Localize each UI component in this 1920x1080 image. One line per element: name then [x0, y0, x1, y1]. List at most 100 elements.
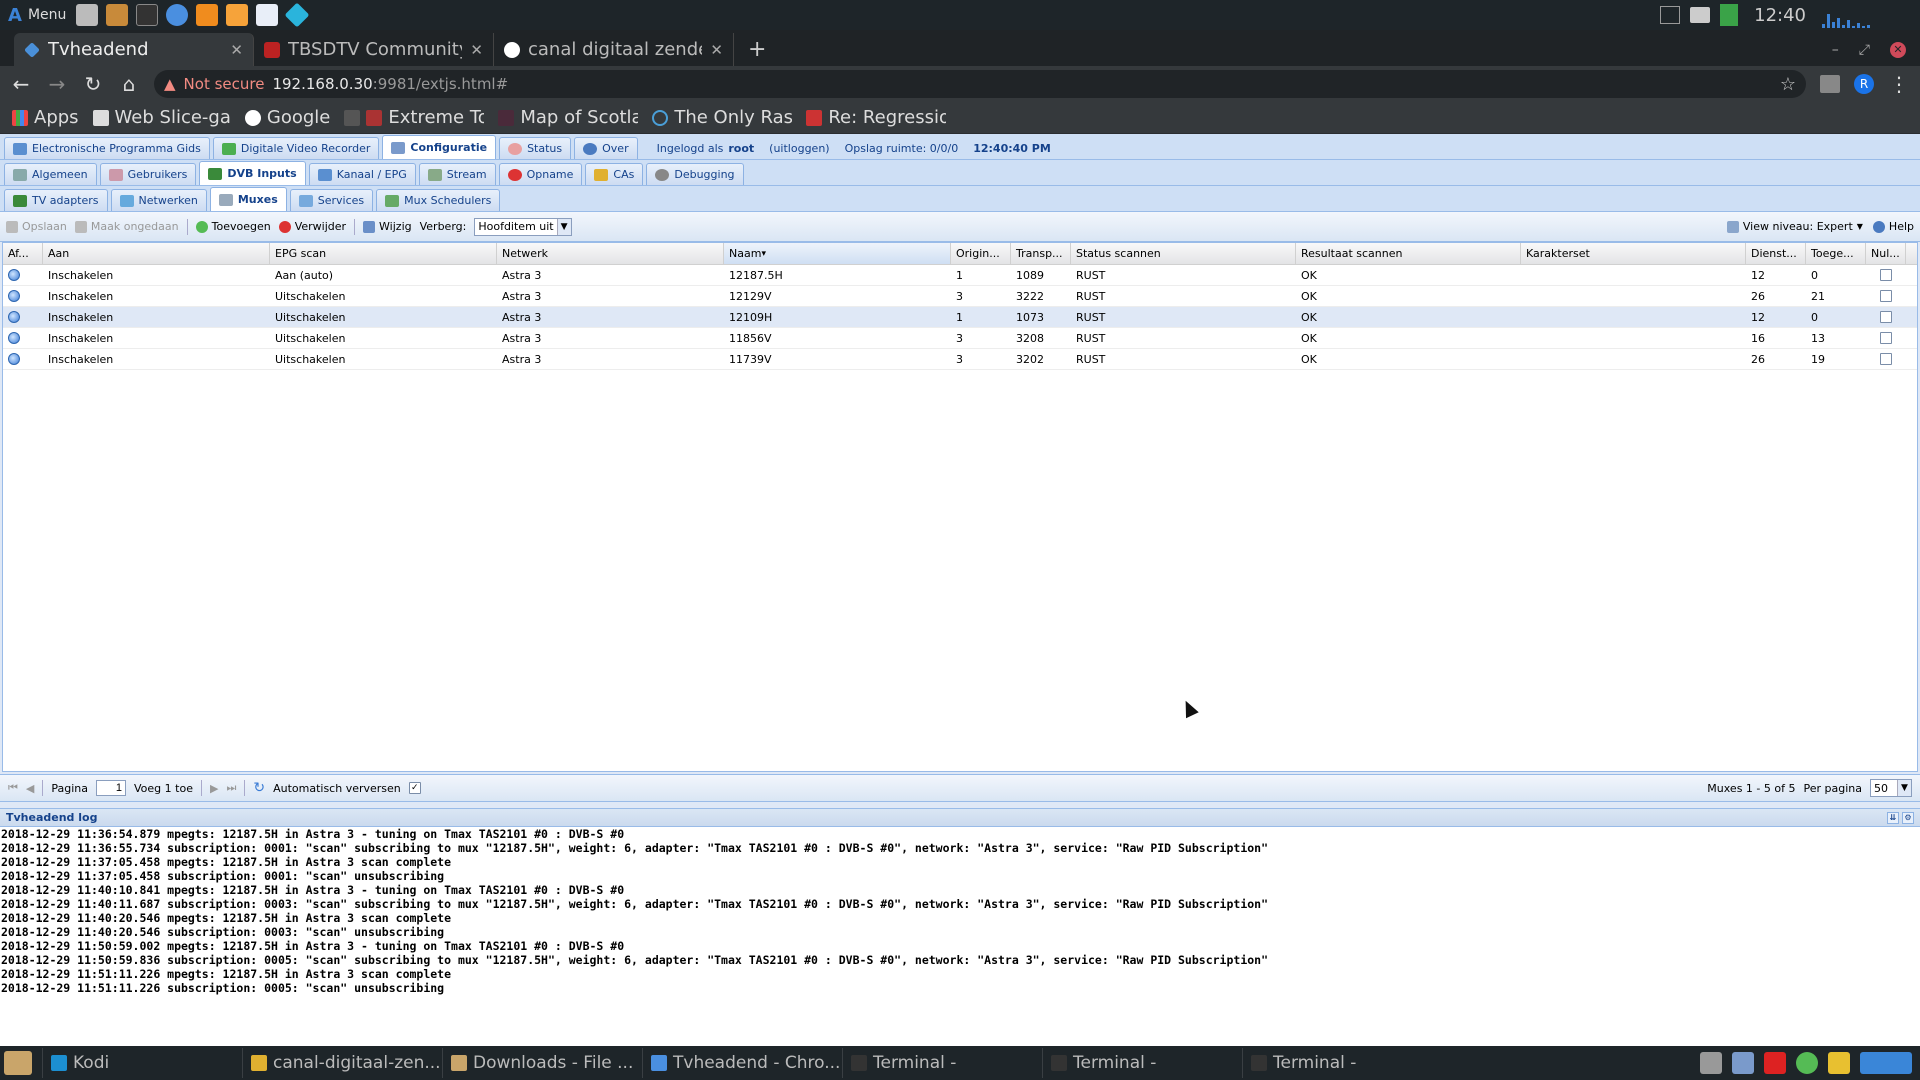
files-launcher-icon[interactable] [76, 4, 99, 26]
home-icon[interactable]: ⌂ [118, 72, 140, 96]
undo-button[interactable]: Maak ongedaan [74, 220, 179, 233]
first-page-icon[interactable]: ⏮ [8, 781, 18, 795]
save-button[interactable]: Opslaan [6, 220, 67, 233]
music-launcher-icon[interactable] [226, 4, 249, 26]
view-level-button[interactable]: View niveau: Expert ▼ [1726, 220, 1863, 233]
col-af-header[interactable]: Af... [3, 243, 43, 264]
col-karakterset-header[interactable]: Karakterset [1521, 243, 1746, 264]
app-menu-button[interactable]: A Menu [0, 0, 74, 30]
back-icon[interactable]: ← [10, 72, 32, 96]
play-icon[interactable] [8, 332, 20, 344]
tab-kanaal-epg[interactable]: Kanaal / EPG [308, 163, 416, 185]
tab-configuratie[interactable]: Configuratie [382, 135, 497, 159]
vlc-launcher-icon[interactable] [196, 4, 219, 26]
null-checkbox[interactable] [1879, 290, 1892, 302]
close-tab-icon[interactable]: ✕ [710, 41, 723, 59]
bookmark-google[interactable]: Google [244, 107, 330, 128]
bookmark-re-regressio[interactable]: Re: Regressio [806, 107, 946, 128]
per-page-select[interactable]: 50 ▼ [1870, 779, 1912, 797]
prev-page-icon[interactable]: ◀ [26, 782, 34, 795]
tab-epg[interactable]: Electronische Programma Gids [4, 137, 210, 159]
bookmark-map-of-scotland[interactable]: Map of Scotla [498, 107, 638, 128]
settings-icon[interactable]: ⚙ [1902, 811, 1914, 824]
table-row[interactable]: Inschakelen Uitschakelen Astra 3 12129V 3 322… [3, 286, 1917, 307]
col-aan-header[interactable]: Aan [43, 243, 270, 264]
tab-status[interactable]: Status [499, 137, 572, 159]
tab-mux-schedulers[interactable]: Mux Schedulers [376, 189, 501, 211]
tab-dvb-inputs[interactable]: DVB Inputs [199, 161, 306, 185]
terminal-tray-icon[interactable] [1660, 6, 1681, 24]
kodi-launcher-icon[interactable] [284, 2, 310, 28]
tab-gebruikers[interactable]: Gebruikers [99, 163, 197, 185]
taskbar-kodi[interactable]: Kodi [42, 1048, 242, 1078]
taskbar-canal-digitaal[interactable]: canal-digitaal-zen... [242, 1048, 442, 1078]
last-page-icon[interactable]: ⏭ [226, 781, 236, 795]
tab-algemeen[interactable]: Algemeen [4, 163, 97, 185]
show-desktop-icon[interactable] [4, 1051, 32, 1075]
table-row[interactable]: Inschakelen Uitschakelen Astra 3 12109H 1 107… [3, 307, 1917, 328]
taskbar-terminal-2[interactable]: Terminal - [1042, 1048, 1242, 1078]
new-tab-button[interactable]: + [734, 33, 780, 66]
panel-clock[interactable]: 12:40 [1748, 5, 1812, 26]
hide-select[interactable]: Hoofditem uit ▼ [474, 217, 572, 236]
bookmark-web-slice[interactable]: Web Slice-ga [92, 107, 231, 128]
table-row[interactable]: Inschakelen Aan (auto) Astra 3 12187.5H 1 108… [3, 265, 1917, 286]
bookmark-the-only-ras[interactable]: The Only Ras [652, 107, 792, 128]
taskbar-downloads[interactable]: Downloads - File ... [442, 1048, 642, 1078]
null-checkbox[interactable] [1879, 311, 1892, 323]
close-tab-icon[interactable]: ✕ [470, 41, 483, 59]
col-naam-header[interactable]: Naam ▾ [724, 243, 951, 264]
next-page-icon[interactable]: ▶ [210, 782, 218, 795]
col-toege-header[interactable]: Toege... [1806, 243, 1866, 264]
taskbar-terminal-1[interactable]: Terminal - [842, 1048, 1042, 1078]
taskbar-tvheadend-chromium[interactable]: Tvheadend - Chro... [642, 1048, 842, 1078]
browser-menu-icon[interactable]: ⋮ [1888, 72, 1910, 96]
forward-icon[interactable]: → [46, 72, 68, 96]
profile-avatar[interactable]: R [1854, 74, 1874, 94]
refresh-icon[interactable]: ↻ [253, 780, 265, 796]
help-button[interactable]: Help [1872, 220, 1914, 233]
bookmark-apps[interactable]: Apps [12, 107, 79, 128]
tab-dvr[interactable]: Digitale Video Recorder [212, 137, 380, 159]
col-origin-header[interactable]: Origin... [951, 243, 1011, 264]
document-launcher-icon[interactable] [256, 4, 279, 26]
browser-tab-canal-digitaal[interactable]: canal digitaal zende ✕ [494, 33, 734, 66]
tab-muxes[interactable]: Muxes [209, 187, 287, 211]
tab-opname[interactable]: Opname [498, 163, 583, 185]
col-dienst-header[interactable]: Dienst... [1746, 243, 1806, 264]
edit-button[interactable]: Wijzig [363, 220, 412, 233]
col-resultaat-scannen-header[interactable]: Resultaat scannen [1296, 243, 1521, 264]
close-window-icon[interactable]: ✕ [1890, 41, 1906, 58]
network-icon[interactable] [1732, 1052, 1754, 1074]
play-icon[interactable] [8, 290, 20, 302]
col-netwerk-header[interactable]: Netwerk [497, 243, 724, 264]
tab-tv-adapters[interactable]: TV adapters [4, 189, 108, 211]
add-button[interactable]: Toevoegen [195, 220, 271, 233]
table-row[interactable]: Inschakelen Uitschakelen Astra 3 11856V 3 320… [3, 328, 1917, 349]
tab-over[interactable]: Over [574, 137, 638, 159]
play-icon[interactable] [8, 353, 20, 365]
collapse-icon[interactable]: ⇊ [1887, 811, 1899, 824]
null-checkbox[interactable] [1879, 353, 1892, 365]
tab-cas[interactable]: CAs [585, 163, 644, 185]
col-transp-header[interactable]: Transp... [1011, 243, 1071, 264]
null-checkbox[interactable] [1879, 332, 1892, 344]
exit-tray-icon[interactable] [1720, 4, 1739, 26]
address-bar[interactable]: ▲ Not secure 192.168.0.30:9981/extjs.htm… [154, 70, 1806, 98]
browser-tab-tbsdtv[interactable]: TBSDTV Community ✕ [254, 33, 494, 66]
chromium-launcher-icon[interactable] [166, 4, 189, 26]
null-checkbox[interactable] [1879, 269, 1892, 281]
extension-icon[interactable] [1820, 75, 1840, 93]
play-icon[interactable] [8, 269, 20, 281]
power-icon[interactable] [1828, 1052, 1850, 1074]
close-tab-icon[interactable]: ✕ [230, 41, 243, 59]
maximize-icon[interactable]: ⤢ [1859, 42, 1870, 58]
tab-netwerken[interactable]: Netwerken [110, 189, 207, 211]
browser-tab-tvheadend[interactable]: Tvheadend ✕ [14, 33, 254, 66]
col-epg-scan-header[interactable]: EPG scan [270, 243, 497, 264]
tab-stream[interactable]: Stream [418, 163, 496, 185]
col-nul-header[interactable]: Nul... [1866, 243, 1906, 264]
volume-icon[interactable] [1700, 1052, 1722, 1074]
play-icon[interactable] [8, 311, 20, 323]
package-launcher-icon[interactable] [106, 4, 129, 26]
